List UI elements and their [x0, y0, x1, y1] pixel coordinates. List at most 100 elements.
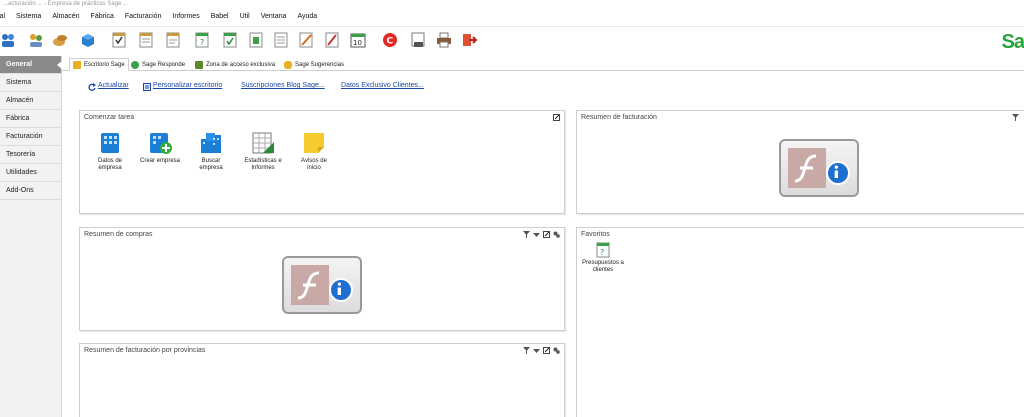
toolbar: ? 10 C Sa — [0, 26, 1024, 54]
green-doc-icon[interactable] — [248, 32, 264, 48]
menu-almacen[interactable]: Almacén — [52, 13, 79, 20]
tab-sage-responde[interactable]: Sage Responde — [131, 58, 185, 71]
share-icon — [131, 60, 139, 69]
edit-icon[interactable] — [553, 114, 560, 121]
settings-icon[interactable] — [553, 231, 560, 238]
pencil-icon — [73, 60, 81, 69]
task-avisos-inicio[interactable]: Avisos de inicio — [289, 131, 339, 172]
sidebar-item-tesoreria[interactable]: Tesorería — [0, 146, 61, 164]
tab-label: Escritorio Sage — [84, 61, 125, 68]
svg-text:C: C — [387, 37, 394, 47]
edit-icon[interactable] — [543, 231, 550, 238]
menu-fabrica[interactable]: Fábrica — [91, 13, 114, 20]
people-icon[interactable] — [28, 32, 44, 48]
panel-tools — [553, 114, 560, 121]
tab-zona-acceso[interactable]: Zona de acceso exclusiva — [195, 58, 275, 71]
task-estadisticas-informes[interactable]: Estadísticas e Informes — [238, 131, 288, 172]
coins-icon[interactable] — [52, 32, 68, 48]
actualizar-link[interactable]: Actualizar — [98, 82, 129, 89]
tree-icon — [195, 60, 203, 69]
stamp-icon[interactable] — [410, 32, 426, 48]
refresh-icon[interactable] — [88, 83, 96, 91]
edit-icon[interactable] — [543, 347, 550, 354]
resumen-provincias-panel: Resumen de facturación por provincias — [79, 343, 565, 417]
settings-icon[interactable] — [553, 347, 560, 354]
menu-ayuda[interactable]: Ayuda — [297, 13, 317, 20]
doc-icon[interactable] — [273, 32, 289, 48]
chevron-down-icon[interactable] — [533, 347, 540, 354]
menu-informes[interactable]: Informes — [172, 13, 199, 20]
calendar-10-icon[interactable]: 10 — [350, 32, 366, 48]
edit-doc-icon[interactable] — [298, 32, 314, 48]
customize-desktop-icon[interactable] — [143, 83, 151, 91]
panel-title: Favoritos — [581, 231, 610, 238]
menu-ventana[interactable]: Ventana — [261, 13, 287, 20]
suscripciones-blog-link[interactable]: Suscripciones Blog Sage... — [241, 82, 325, 89]
task-label: empresa — [199, 165, 223, 171]
favoritos-panel: Favoritos ? Presupuestos a clientes — [576, 227, 1024, 417]
tab-escritorio-sage[interactable]: Escritorio Sage — [69, 58, 129, 71]
sage-logo: Sa — [1001, 31, 1024, 53]
add-building-icon — [148, 131, 172, 155]
panel-title: Resumen de facturación — [581, 114, 657, 121]
sidebar-item-utilidades[interactable]: Utilidades — [0, 164, 61, 182]
favorito-label: Presupuestos a — [582, 260, 624, 266]
info-icon — [329, 278, 353, 302]
task-label: Datos de — [97, 158, 122, 164]
exit-icon[interactable] — [461, 32, 477, 48]
sidebar-item-facturacion[interactable]: Facturación — [0, 128, 61, 146]
filter-icon[interactable] — [1012, 114, 1019, 121]
resumen-compras-panel: Resumen de compras — [79, 227, 565, 331]
svg-text:?: ? — [200, 38, 204, 47]
menu-general[interactable]: ial — [0, 13, 5, 20]
sidebar-item-fabrica[interactable]: Fábrica — [0, 110, 61, 128]
cancel-doc-icon[interactable] — [324, 32, 340, 48]
printer-icon[interactable] — [436, 32, 452, 48]
tab-label: Sage Sugerencias — [295, 61, 345, 68]
flash-icon — [291, 265, 329, 305]
box-icon[interactable] — [80, 32, 96, 48]
panel-title: Comenzar tarea — [84, 114, 135, 121]
question-doc-icon[interactable]: ? — [194, 32, 210, 48]
question-doc-icon: ? — [596, 242, 610, 258]
sidebar-item-almacen[interactable]: Almacén — [0, 92, 61, 110]
tab-label: Zona de acceso exclusiva — [206, 61, 276, 68]
filter-icon[interactable] — [523, 347, 530, 354]
info-icon — [826, 161, 850, 185]
flash-icon — [788, 148, 826, 188]
menu-sistema[interactable]: Sistema — [16, 13, 41, 20]
sidebar-item-sistema[interactable]: Sistema — [0, 74, 61, 92]
task-buscar-empresa[interactable]: Buscar empresa — [186, 131, 236, 172]
personalizar-escritorio-link[interactable]: Personalizar escritorio — [153, 82, 222, 89]
panel-tools — [1012, 114, 1019, 121]
favorito-presupuestos-clientes[interactable]: ? Presupuestos a clientes — [580, 242, 626, 274]
users-icon[interactable] — [0, 32, 16, 48]
panel-tools — [523, 347, 560, 354]
chevron-down-icon[interactable] — [533, 231, 540, 238]
menu-bar: ial Sistema Almacén Fábrica Facturación … — [0, 8, 1024, 25]
document-icon[interactable] — [138, 32, 154, 48]
svg-text:10: 10 — [353, 39, 362, 47]
task-datos-empresa[interactable]: Datos de empresa — [85, 131, 135, 172]
sidebar-item-general[interactable]: General — [0, 56, 62, 74]
menu-util[interactable]: Util — [240, 13, 250, 20]
check-document-icon[interactable] — [111, 32, 127, 48]
comenzar-tarea-panel: Comenzar tarea Datos de empresa Crear em… — [79, 110, 565, 214]
menu-babel[interactable]: Babel — [211, 13, 229, 20]
flash-plugin-placeholder — [779, 139, 859, 197]
sidebar-item-add-ons[interactable]: Add-Ons — [0, 182, 61, 200]
menu-facturacion[interactable]: Facturación — [125, 13, 162, 20]
datos-exclusivo-clientes-link[interactable]: Datos Exclusivo Clientes... — [341, 82, 424, 89]
task-crear-empresa[interactable]: Crear empresa — [135, 131, 185, 165]
sticky-note-icon — [302, 131, 326, 155]
window-title: ...acturación ... - Empresa de prácticas… — [0, 0, 1024, 8]
task-label: Informes — [251, 165, 275, 171]
filter-icon[interactable] — [523, 231, 530, 238]
red-c-icon[interactable]: C — [382, 32, 398, 48]
check-doc-icon[interactable] — [222, 32, 238, 48]
tab-strip: Escritorio Sage Sage Responde Zona de ac… — [62, 56, 1024, 71]
list-icon[interactable] — [165, 32, 181, 48]
building-icon — [98, 131, 122, 155]
tab-sage-sugerencias[interactable]: Sage Sugerencias — [284, 58, 344, 71]
resumen-facturacion-panel: Resumen de facturación — [576, 110, 1024, 214]
